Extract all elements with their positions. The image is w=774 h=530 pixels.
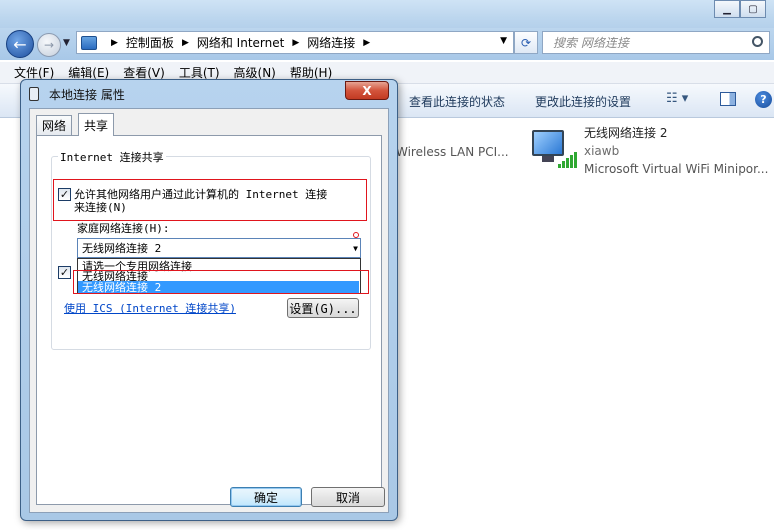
dialog-title: 本地连接 属性 xyxy=(49,88,125,102)
cancel-button[interactable]: 取消 xyxy=(311,487,385,507)
allow-sharing-checkbox[interactable]: ✓ xyxy=(58,188,71,201)
close-icon: X xyxy=(362,83,372,98)
adapter-partial-desc: Wireless LAN PCI... xyxy=(396,145,509,159)
explorer-titlebar xyxy=(0,0,774,30)
arrow-right-icon: → xyxy=(43,38,55,52)
refresh-button[interactable]: ⟳ xyxy=(514,31,538,54)
search-input[interactable]: 搜索 网络连接 xyxy=(542,31,770,54)
home-network-select[interactable]: 无线网络连接 2 ▼ xyxy=(77,238,361,258)
breadcrumb-item[interactable]: 控制面板 xyxy=(126,34,174,51)
change-settings-button[interactable]: 更改此连接的设置 xyxy=(535,93,631,110)
help-icon[interactable]: ? xyxy=(755,91,772,108)
sharing-tab-panel: Internet 连接共享 ✓ 允许其他网络用户通过此计算机的 Internet… xyxy=(36,135,382,505)
ics-help-link[interactable]: 使用 ICS (Internet 连接共享) xyxy=(64,300,236,316)
adapter-name: 无线网络连接 2 xyxy=(584,126,668,140)
preview-pane-icon[interactable] xyxy=(720,92,736,106)
window-controls: ▁ ▢ xyxy=(714,0,766,18)
network-adapter-icon xyxy=(29,87,39,101)
arrow-left-icon: ← xyxy=(13,34,27,54)
chevron-right-icon[interactable]: ▶ xyxy=(111,38,118,48)
home-network-label: 家庭网络连接(H): xyxy=(77,222,170,235)
allow-control-checkbox[interactable]: ✓ xyxy=(58,266,71,279)
adapter-status: xiawb xyxy=(584,144,620,158)
maximize-button[interactable]: ▢ xyxy=(740,0,766,18)
tab-sharing[interactable]: 共享 xyxy=(78,113,115,136)
refresh-icon: ⟳ xyxy=(520,35,532,50)
allow-sharing-label-1: 允许其他网络用户通过此计算机的 Internet 连接 xyxy=(74,188,328,201)
control-panel-icon xyxy=(81,35,97,50)
group-title: Internet 连接共享 xyxy=(58,149,166,165)
search-icon xyxy=(752,36,763,47)
chevron-right-icon[interactable]: ▶ xyxy=(182,38,189,48)
adapter-description: Microsoft Virtual WiFi Minipor... xyxy=(584,162,769,176)
settings-button[interactable]: 设置(G)... xyxy=(287,298,359,318)
chevron-right-icon[interactable]: ▶ xyxy=(363,38,370,48)
view-status-button[interactable]: 查看此连接的状态 xyxy=(409,93,505,110)
chevron-down-icon: ▼ xyxy=(353,244,358,253)
highlight-box xyxy=(73,270,369,294)
search-placeholder: 搜索 网络连接 xyxy=(553,36,629,50)
close-button[interactable]: X xyxy=(345,81,389,100)
adapter-partial[interactable]: Wireless LAN PCI... xyxy=(396,126,509,161)
chevron-down-icon[interactable]: ▼ xyxy=(500,36,507,46)
tab-network[interactable]: 网络 xyxy=(36,115,73,135)
ok-button[interactable]: 确定 xyxy=(230,487,302,507)
wireless-network-icon xyxy=(530,130,577,172)
back-button[interactable]: ← xyxy=(6,30,34,58)
chevron-right-icon[interactable]: ▶ xyxy=(292,38,299,48)
breadcrumb-item[interactable]: 网络和 Internet xyxy=(197,34,284,51)
forward-button[interactable]: → xyxy=(37,33,61,57)
home-network-selected: 无线网络连接 2 xyxy=(82,242,162,255)
allow-sharing-label-2: 来连接(N) xyxy=(74,201,127,214)
address-bar[interactable]: ▶ 控制面板 ▶ 网络和 Internet ▶ 网络连接 ▶ ▼ xyxy=(76,31,514,54)
minimize-button[interactable]: ▁ xyxy=(714,0,740,18)
history-dropdown-icon[interactable]: ▼ xyxy=(63,38,70,48)
breadcrumb-item[interactable]: 网络连接 xyxy=(307,34,355,51)
dialog-body: 网络 共享 Internet 连接共享 ✓ 允许其他网络用户通过此计算机的 In… xyxy=(29,108,389,513)
view-options-icon[interactable]: ☷ ▾ xyxy=(666,91,688,106)
properties-dialog: 本地连接 属性 X 网络 共享 Internet 连接共享 ✓ 允许其他网络用户… xyxy=(20,79,398,521)
highlight-mark xyxy=(353,232,359,238)
